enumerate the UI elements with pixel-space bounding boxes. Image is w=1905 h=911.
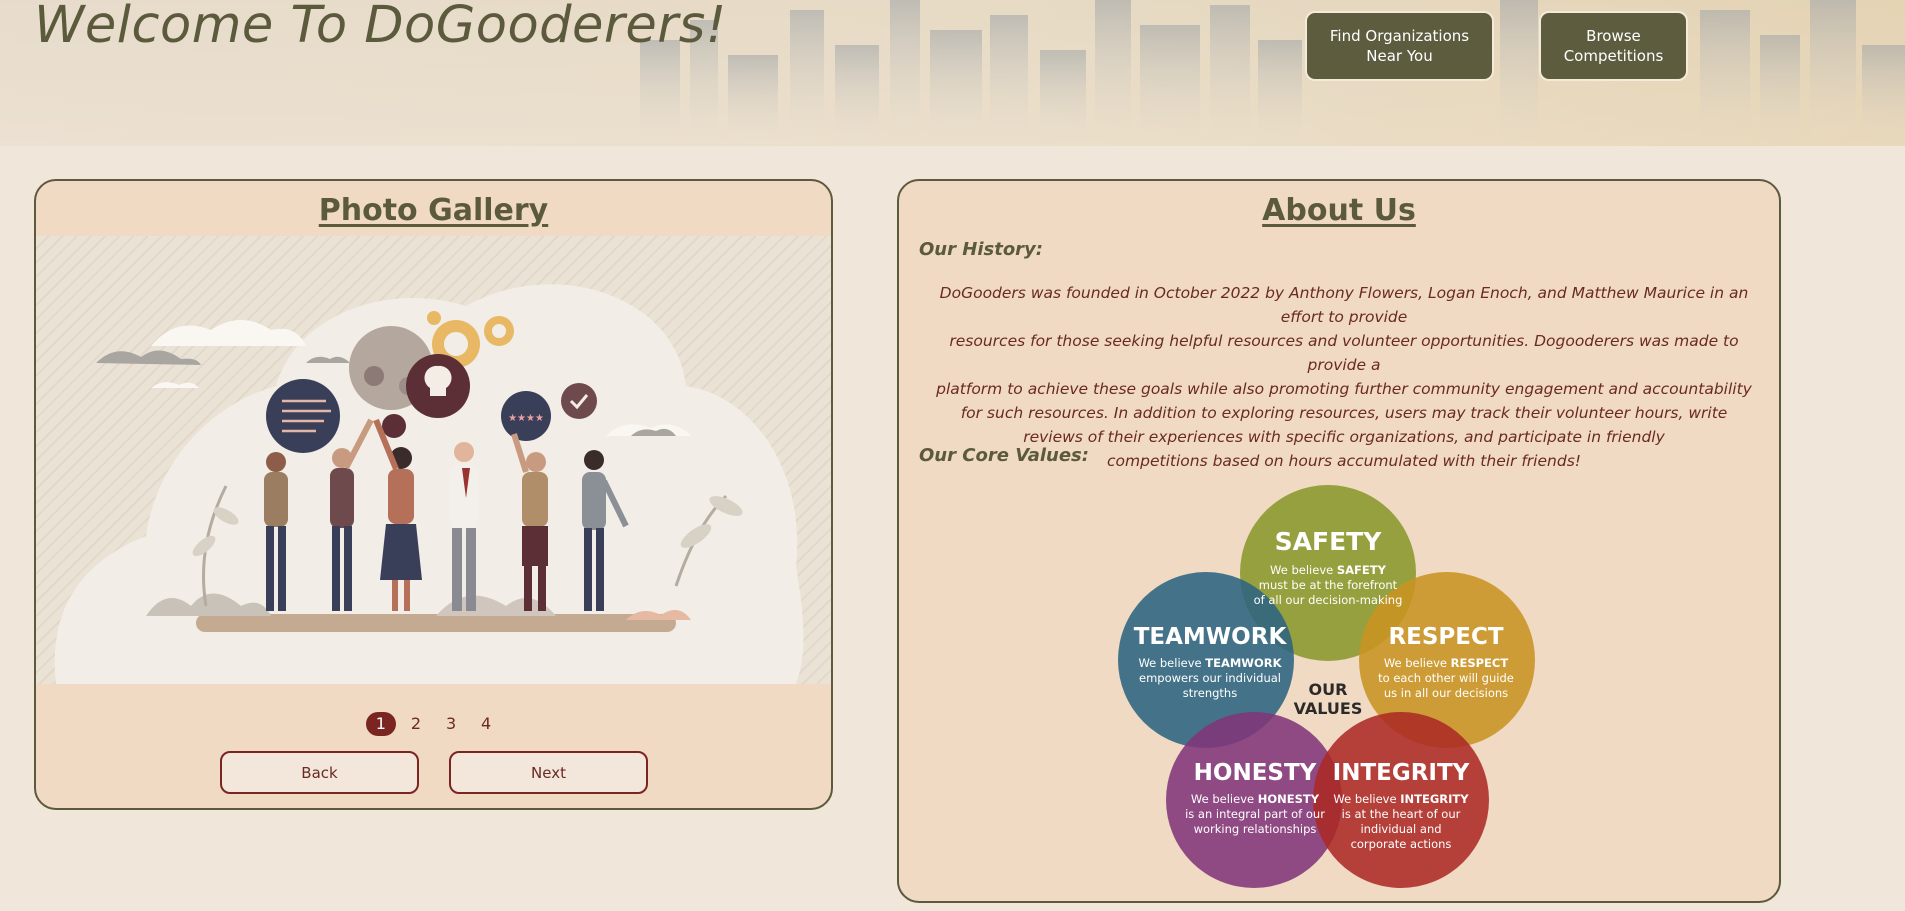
integrity-title: INTEGRITY xyxy=(1333,760,1470,786)
page-4-button[interactable]: 4 xyxy=(471,712,501,736)
honesty-desc-line-3: working relationships xyxy=(1194,822,1317,836)
safety-desc-line-1: We believe SAFETY xyxy=(1270,563,1387,577)
core-values-heading: Our Core Values: xyxy=(919,445,1089,466)
photo-gallery-panel: Photo Gallery ★★★★ 1 2 3 4 Back Next xyxy=(34,179,833,810)
teamwork-title: TEAMWORK xyxy=(1134,624,1288,650)
about-us-panel: About Us Our History: DoGooders was foun… xyxy=(897,179,1781,903)
safety-desc-line-3: of all our decision-making xyxy=(1254,593,1403,607)
next-button[interactable]: Next xyxy=(449,751,648,794)
history-line: platform to achieve these goals while al… xyxy=(936,380,1752,398)
history-line: resources for those seeking helpful reso… xyxy=(949,332,1739,374)
about-us-title: About Us xyxy=(1262,193,1416,228)
browse-competitions-button[interactable]: Browse Competitions xyxy=(1539,11,1688,81)
back-button[interactable]: Back xyxy=(220,751,419,794)
safety-title: SAFETY xyxy=(1275,527,1383,556)
integrity-desc-line-4: corporate actions xyxy=(1351,837,1452,851)
respect-desc-line-3: us in all our decisions xyxy=(1384,686,1508,700)
integrity-desc-line-1: We believe INTEGRITY xyxy=(1333,792,1469,806)
page-1-button[interactable]: 1 xyxy=(365,712,396,736)
honesty-desc-line-1: We believe HONESTY xyxy=(1191,792,1320,806)
teamwork-illustration: ★★★★ xyxy=(54,284,804,684)
history-line: for such resources. In addition to explo… xyxy=(960,404,1728,422)
respect-title: RESPECT xyxy=(1388,624,1503,650)
gallery-pagination: 1 2 3 4 xyxy=(36,712,831,736)
respect-desc-line-1: We believe RESPECT xyxy=(1384,656,1509,670)
integrity-desc-line-3: individual and xyxy=(1360,822,1441,836)
site-title: Welcome To DoGooderers! xyxy=(34,0,727,55)
site-header: Welcome To DoGooderers! Find Organizatio… xyxy=(0,0,1905,146)
teamwork-desc-line-3: strengths xyxy=(1183,686,1237,700)
values-center-line-1: OUR xyxy=(1309,680,1348,699)
find-organizations-button[interactable]: Find Organizations Near You xyxy=(1305,11,1494,81)
honesty-desc-line-2: is an integral part of our xyxy=(1185,807,1325,821)
page-2-button[interactable]: 2 xyxy=(401,712,431,736)
respect-desc-line-2: to each other will guide xyxy=(1378,671,1514,685)
integrity-desc-line-2: is at the heart of our xyxy=(1342,807,1461,821)
values-center-line-2: VALUES xyxy=(1294,699,1363,718)
core-values-venn-diagram: OUR VALUES SAFETY We believe SAFETY must… xyxy=(1118,485,1535,888)
page-3-button[interactable]: 3 xyxy=(436,712,466,736)
photo-gallery-title: Photo Gallery xyxy=(318,193,549,228)
svg-text:★★★★: ★★★★ xyxy=(508,413,544,424)
history-line: DoGooders was founded in October 2022 by… xyxy=(939,284,1749,326)
gallery-image: ★★★★ xyxy=(36,236,831,684)
honesty-title: HONESTY xyxy=(1194,760,1317,786)
history-heading: Our History: xyxy=(919,239,1043,260)
safety-desc-line-2: must be at the forefront xyxy=(1259,578,1398,592)
teamwork-desc-line-2: empowers our individual xyxy=(1139,671,1281,685)
teamwork-desc-line-1: We believe TEAMWORK xyxy=(1138,656,1282,670)
